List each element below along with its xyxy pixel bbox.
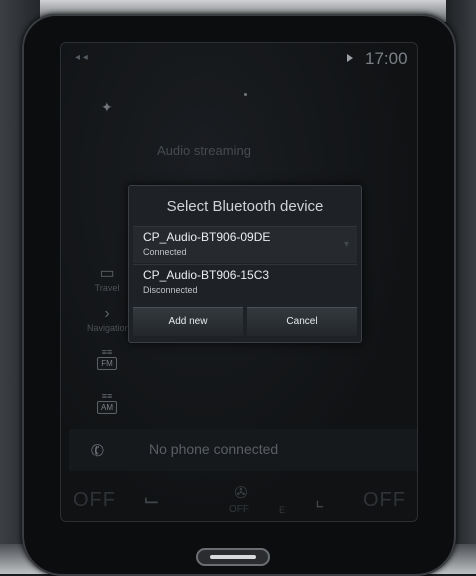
climate-bar: OFF ⌙ ✇ OFF E ⌞ OFF	[61, 479, 417, 521]
status-bar: ◂ ◂ 17:00	[61, 43, 417, 73]
device-status: Connected	[143, 247, 187, 257]
page-dot	[244, 93, 247, 96]
dialog-buttons: Add new Cancel	[133, 307, 357, 337]
chevron-down-icon: ▾	[343, 239, 349, 250]
media-source-icon[interactable]: ▭ Travel	[87, 263, 127, 293]
fm-radio-icon[interactable]: ≡≡ FM	[87, 347, 127, 370]
media-source-label: Travel	[94, 283, 120, 293]
clock: 17:00	[365, 49, 408, 68]
left-seat-heat-icon[interactable]: ⌙	[143, 487, 160, 512]
dialog-title: Select Bluetooth device	[166, 198, 324, 215]
fan-icon[interactable]: ✇	[221, 483, 261, 503]
device-row[interactable]: CP_Audio-BT906-15C3 Disconnected	[133, 264, 357, 301]
chevron-right-icon[interactable]: › Navigation	[87, 305, 130, 333]
am-label: AM	[97, 401, 117, 414]
device-name: CP_Audio-BT906-09DE	[143, 230, 271, 244]
fan-off-label: OFF	[229, 504, 249, 515]
infotainment-screen: ◂ ◂ 17:00 ✦ Audio streaming ▭ Travel › N…	[60, 42, 418, 522]
cancel-button[interactable]: Cancel	[247, 307, 357, 336]
nav-source-label: Navigation	[87, 323, 130, 333]
status-icons: ◂ ◂	[75, 52, 88, 63]
phone-status-text: No phone connected	[149, 441, 279, 457]
device-row[interactable]: CP_Audio-BT906-09DE Connected ▾	[133, 226, 357, 263]
sparkle-icon: ✦	[101, 99, 113, 115]
audio-streaming-label: Audio streaming	[157, 143, 251, 158]
device-name: CP_Audio-BT906-15C3	[143, 268, 270, 282]
fan-e-label: E	[279, 505, 286, 515]
play-indicator-icon	[347, 54, 353, 62]
left-temp-off[interactable]: OFF	[73, 489, 116, 512]
fm-label: FM	[97, 357, 117, 370]
add-new-button[interactable]: Add new	[133, 307, 243, 336]
right-temp-off[interactable]: OFF	[363, 489, 406, 512]
am-radio-icon[interactable]: ≡≡ AM	[87, 391, 127, 414]
right-seat-heat-icon[interactable]: ⌞	[315, 487, 324, 512]
home-button[interactable]	[196, 548, 270, 566]
device-status: Disconnected	[143, 285, 198, 295]
select-bluetooth-dialog: Select Bluetooth device CP_Audio-BT906-0…	[128, 185, 362, 343]
